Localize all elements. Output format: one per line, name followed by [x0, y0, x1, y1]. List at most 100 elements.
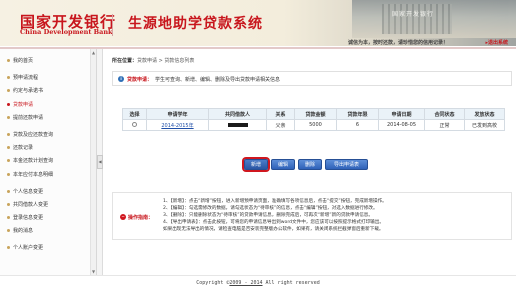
column-header: 贷款年限 — [336, 108, 379, 120]
sidebar-item-repayment-records[interactable]: 还款记录 — [0, 142, 90, 155]
bullet-icon — [7, 216, 10, 220]
operation-guide: − 操作指南： 1、【新增】：点击“新增”按钮，进入新增预申请页面，准确填写各项… — [112, 192, 512, 240]
release-status-cell: 已发到高校 — [464, 119, 505, 131]
building-sign: 国家开发银行 — [392, 11, 435, 18]
bullet-icon — [7, 89, 10, 93]
sidebar-item-label: 约定与承诺书 — [13, 88, 44, 95]
bullet-icon — [7, 229, 10, 233]
sidebar-splitter: ◀ — [97, 49, 103, 275]
table-header-row: 选择 申请学年 共同借款人 关系 贷款金额 贷款年限 申请日期 合同状态 发放状… — [122, 108, 505, 120]
sidebar-item-annual-interest[interactable]: 本年应付本息明细 — [0, 169, 90, 182]
sidebar-item-account-change[interactable]: 个人账户变更 — [0, 242, 90, 255]
redacted-name — [227, 122, 248, 127]
copyright-prefix: Copyright © — [196, 280, 230, 286]
loan-table: 选择 申请学年 共同借款人 关系 贷款金额 贷款年限 申请日期 合同状态 发放状… — [122, 108, 505, 131]
scroll-down-icon[interactable]: ▼ — [92, 269, 95, 274]
breadcrumb-path: 贷款申请 > 贷款信息列表 — [137, 58, 195, 64]
co-borrower-cell — [208, 119, 267, 131]
bullet-icon — [7, 59, 10, 62]
date-cell: 2014-08-05 — [378, 119, 425, 131]
column-header: 申请日期 — [378, 108, 425, 120]
sidebar-item-login-info[interactable]: 登录信息变更 — [0, 212, 90, 225]
term-cell: 6 — [336, 119, 379, 131]
welcome-message: 诚信为本，按时还款，请珍惜您的信用记录！ — [347, 40, 448, 46]
column-header: 申请学年 — [146, 108, 209, 120]
info-panel: i 贷款申请： 学生可查询、新增、编辑、删除及导出贷款申请相关信息 — [112, 71, 512, 86]
info-label: 贷款申请： — [127, 77, 153, 83]
collapse-sidebar-icon[interactable]: ◀ — [97, 155, 103, 169]
guide-line: 1、【新增】：点击“新增”按钮，进入新增预申请页面，准确填写各项信息后，点击“提… — [163, 199, 387, 204]
amount-cell: 5000 — [294, 119, 337, 131]
bullet-icon — [7, 132, 10, 136]
relation-cell: 父亲 — [266, 119, 295, 131]
sidebar-menu: 我的首页 预申请流程 约定与承诺书 贷款申请 提前还款申请 贷款及应还款查询 还… — [0, 55, 90, 256]
table-row[interactable]: 2014-2015年 父亲 5000 6 2014-08-05 正常 已发到高校 — [122, 119, 505, 131]
footer: Copyright ©2009 - 2014 All right reserve… — [0, 280, 516, 286]
info-text: 学生可查询、新增、编辑、删除及导出贷款申请相关信息 — [155, 77, 281, 83]
guide-list: 1、【新增】：点击“新增”按钮，进入新增预申请页面，准确填写各项信息后，点击“提… — [163, 198, 509, 233]
header-building-photo — [352, 0, 516, 38]
bullet-icon — [7, 172, 10, 176]
sidebar-scrollbar[interactable]: ▲ ▼ — [90, 49, 96, 275]
delete-button[interactable]: 删除 — [298, 159, 323, 170]
sidebar-item-home[interactable]: 我的首页 — [0, 55, 90, 68]
bullet-icon — [7, 246, 10, 250]
bullet-icon — [7, 146, 10, 150]
footer-divider — [0, 275, 516, 276]
sidebar-item-personal-info[interactable]: 个人信息变更 — [0, 186, 90, 199]
sidebar-item-label: 还款记录 — [13, 145, 34, 152]
bullet-icon — [7, 202, 10, 206]
bullet-icon — [7, 189, 10, 193]
user-bar: 诚信为本，按时还款，请珍惜您的信用记录！ ▸退出系统 — [0, 38, 516, 47]
export-button[interactable]: 导出申请表 — [325, 159, 369, 170]
column-header: 合同状态 — [424, 108, 465, 120]
row-select-radio[interactable] — [132, 122, 137, 127]
sidebar-item-loan-application[interactable]: 贷款申请 — [0, 99, 90, 112]
sidebar-item-messages[interactable]: 我的消息 — [0, 225, 90, 238]
sidebar-item-label: 登录信息变更 — [13, 215, 44, 222]
minus-icon: − — [120, 214, 126, 220]
sidebar-item-label: 预申请流程 — [13, 75, 39, 82]
action-buttons: 新增 编辑 删除 导出申请表 — [244, 159, 371, 171]
bank-logo-en: China Development Bank — [20, 28, 113, 36]
system-title: 生源地助学贷款系统 — [128, 16, 263, 32]
guide-line: 3、【删除】：只能删除状态为“待审核”的贷款申请信息，删除完成后，可再次“新增”… — [163, 213, 373, 218]
column-header: 关系 — [266, 108, 295, 120]
sidebar-item-loan-query[interactable]: 贷款及应还款查询 — [0, 129, 90, 142]
breadcrumb: 所在位置：贷款申请 > 贷款信息列表 — [112, 57, 194, 64]
bullet-icon — [7, 102, 10, 106]
sidebar-item-co-borrower[interactable]: 共同借款人变更 — [0, 199, 90, 212]
bullet-icon — [7, 76, 10, 80]
scroll-up-icon[interactable]: ▲ — [92, 50, 95, 55]
guide-line: 4、【导出申请表】：点击此按钮，可将您的申请信息导出到word文件中，您应该可以… — [163, 220, 384, 225]
sidebar-item-label: 共同借款人变更 — [13, 201, 49, 208]
logout-link[interactable]: ▸退出系统 — [485, 39, 508, 46]
logo-divider — [112, 14, 113, 36]
sidebar-item-label: 我的消息 — [13, 228, 34, 235]
column-header: 发放状态 — [464, 108, 505, 120]
sidebar-item-pre-application[interactable]: 预申请流程 — [0, 72, 90, 85]
sidebar-item-label: 提前还款申请 — [13, 114, 44, 121]
sidebar-item-label: 本金还款计划查询 — [13, 158, 54, 165]
sidebar-item-early-repayment[interactable]: 提前还款申请 — [0, 112, 90, 125]
guide-line: 2、【编辑】：勾选需修改的数据，请勾选状态为“待审核”的信息，点击“编辑”按钮，… — [163, 206, 378, 211]
sidebar-item-label: 个人信息变更 — [13, 188, 44, 195]
copyright-suffix: All right reserved — [262, 280, 320, 286]
add-button[interactable]: 新增 — [244, 159, 269, 170]
main-content: 所在位置：贷款申请 > 贷款信息列表 i 贷款申请： 学生可查询、新增、编辑、删… — [106, 49, 516, 275]
sidebar-item-principal-plan[interactable]: 本金还款计划查询 — [0, 155, 90, 168]
column-header: 贷款金额 — [294, 108, 337, 120]
sidebar: 我的首页 预申请流程 约定与承诺书 贷款申请 提前还款申请 贷款及应还款查询 还… — [0, 49, 97, 275]
guide-line: 如果出现无法导出的情况，请检查电脑是否安装完整版办公软件，如果有，请关闭系统拦截… — [163, 227, 384, 232]
column-header: 共同借款人 — [208, 108, 267, 120]
edit-button[interactable]: 编辑 — [271, 159, 296, 170]
info-icon: i — [118, 76, 124, 82]
sidebar-item-label: 贷款申请 — [13, 101, 34, 108]
application-year-link[interactable]: 2014-2015年 — [146, 119, 209, 131]
sidebar-item-label: 贷款及应还款查询 — [13, 131, 54, 138]
sidebar-item-label: 本年应付本息明细 — [13, 171, 54, 178]
guide-label: 操作指南： — [128, 215, 154, 221]
sidebar-item-label: 个人账户变更 — [13, 245, 44, 252]
sidebar-item-agreement[interactable]: 约定与承诺书 — [0, 85, 90, 98]
sidebar-item-label: 我的首页 — [13, 58, 34, 64]
